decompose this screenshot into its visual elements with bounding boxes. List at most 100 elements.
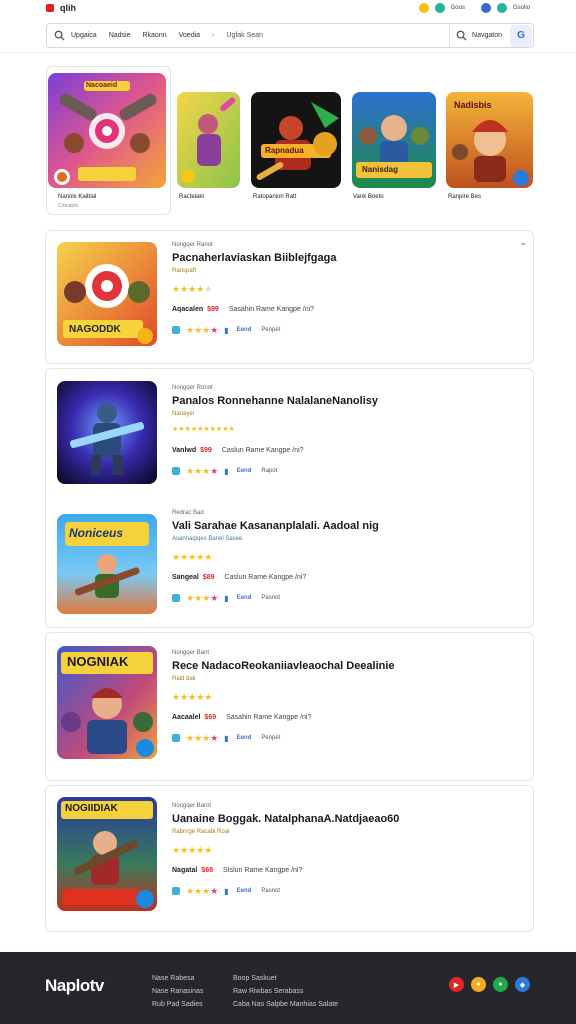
star-icon: ★★★ (186, 465, 211, 476)
search-icon[interactable] (450, 24, 472, 47)
game-category: Nongqer Ronot (172, 385, 213, 391)
star-icon: ★ (210, 592, 219, 603)
game-title[interactable]: Panalos Ronnehanne NalalaneNanolisy (172, 395, 566, 409)
social-links: ▶ ● ● ◆ (449, 977, 530, 992)
globe-icon[interactable] (434, 3, 445, 13)
chat-icon[interactable]: ● (493, 977, 508, 992)
meta-link[interactable]: Eend (237, 888, 252, 894)
footer-link[interactable]: Nase Ranasinas (152, 985, 203, 998)
top-link-goos[interactable]: Goos (451, 5, 465, 11)
game-subtitle: Ranspaft (172, 268, 197, 274)
share-icon[interactable]: ◆ (515, 977, 530, 992)
footer-link[interactable]: Raw Riwbas Serabass (233, 985, 338, 998)
settings-icon[interactable] (496, 3, 507, 13)
price-row: Vanlwd $99 Caslun Rame Kangpe /ni? (172, 444, 566, 456)
game-info: Nongqer Ranot Pacnaherlaviaskan Biiblejf… (172, 242, 566, 336)
game-category: Nongqer Bant (172, 650, 210, 656)
game-title[interactable]: Vali Sarahae Kasananplalali. Aadoal nig (172, 520, 566, 534)
youtube-icon[interactable]: ▶ (449, 977, 464, 992)
featured-label[interactable]: Ratopanion Ratt (253, 194, 296, 200)
divider (0, 52, 576, 53)
platform-icon (172, 594, 180, 602)
price-row: Aacaalel $69 Sasahin Rame Kangpe /ni? (172, 711, 566, 723)
featured-thumb[interactable] (177, 92, 240, 188)
game-art-title: Noniceus (69, 526, 124, 540)
featured-label[interactable]: Ractelakt (179, 194, 204, 200)
google-icon[interactable]: G (510, 24, 532, 47)
book-icon: ▮ (224, 593, 229, 603)
meta-link[interactable]: Eend (237, 595, 252, 601)
filter-chip[interactable]: Rkaonn (142, 32, 166, 39)
game-category: Nongqer Barot (172, 803, 212, 809)
meta-end[interactable]: Penpet (261, 735, 280, 741)
game-info: Nongqer Barot Uanaine Boggak. Natalphana… (172, 803, 566, 897)
game-thumb[interactable]: NOGIIDIAK (57, 797, 157, 911)
game-thumb[interactable]: NAGODDK (57, 242, 157, 346)
platform-icon (172, 887, 180, 895)
search-bar: Upgaica Nadsie Rkaonn Voedia › Ugfak Sea… (46, 23, 534, 48)
nav-label[interactable]: Navgaton (472, 32, 510, 39)
price-label: Aqacalen (172, 305, 204, 313)
featured-label[interactable]: Vank Boeto (353, 194, 384, 200)
footer-link[interactable]: Rub Pad Sadies (152, 998, 203, 1011)
featured-thumb[interactable]: Nadisbis (446, 92, 533, 188)
game-title[interactable]: Uanaine Boggak. NatalphanaA.Natdjaeao60 (172, 813, 566, 827)
brand-name[interactable]: qlih (60, 3, 76, 13)
price-label: Vanlwd (172, 446, 197, 454)
search-icon[interactable] (47, 24, 71, 47)
price-label: Nagatal (172, 866, 198, 874)
price-value: $89 (202, 573, 215, 581)
game-art-title: NAGODDK (69, 324, 121, 335)
meta-link[interactable]: Eend (237, 468, 252, 474)
star-icon: ★★★ (186, 324, 211, 335)
meta-row: ★★★ ★ ▮ Eend Penpet (172, 732, 566, 744)
meta-end[interactable]: Penpet (261, 327, 280, 333)
meta-end[interactable]: Pasnot (261, 595, 280, 601)
filter-chip[interactable]: Nadsie (109, 32, 131, 39)
footer-logo[interactable]: Naplotv (45, 976, 104, 996)
top-bar: qlih Goos Gsolio (0, 0, 576, 16)
featured-label[interactable]: Ranpire Bes (448, 194, 481, 200)
star-icon: ★ (210, 732, 219, 743)
filter-chip[interactable]: Upgaica (71, 32, 97, 39)
game-category: Redrac Bad (172, 510, 204, 516)
game-thumb[interactable]: NOGNIAK (57, 646, 157, 759)
game-subtitle: Rabnrge Racabi Roal (172, 829, 230, 835)
game-category: Nongqer Ranot (172, 242, 213, 248)
game-thumb[interactable]: Noniceus (57, 514, 157, 614)
book-icon: ▮ (224, 733, 229, 743)
book-icon: ▮ (224, 466, 229, 476)
rating-stars: ★★★★★★★★★★ (172, 426, 235, 433)
filter-chip[interactable]: Voedia (179, 32, 200, 39)
top-link-gsolio[interactable]: Gsolio (513, 5, 530, 11)
rating-stars: ★★★★★ (172, 692, 213, 702)
featured-label[interactable]: Nanolx Kaiblal (58, 194, 96, 200)
meta-end[interactable]: Pasnot (261, 888, 280, 894)
featured-art-title: Nanisdag (362, 165, 399, 174)
price-label: Aacaalel (172, 713, 201, 721)
meta-link[interactable]: Eend (237, 327, 252, 333)
game-subtitle: Nanayel (172, 411, 195, 417)
footer-link[interactable]: Caba Nas Salpbe Manhias Salate (233, 998, 338, 1011)
coin-icon[interactable] (418, 3, 429, 13)
star-icon: ★★★ (186, 732, 211, 743)
meta-end[interactable]: Rapot (261, 468, 277, 474)
meta-row: ★★★ ★ ▮ Eend Pasnot (172, 885, 566, 897)
price-note: Sasahin Rame Kangpe /ni? (226, 713, 312, 721)
price-value: $99 (207, 305, 219, 313)
game-title[interactable]: Pacnaherlaviaskan Biiblejfgaga (172, 252, 566, 266)
chrome-icon[interactable]: ● (471, 977, 486, 992)
price-row: Aqacalen $99 Sasahin Rame Kangpe /ni? (172, 303, 566, 315)
user-icon[interactable] (480, 3, 491, 13)
price-note: Caslun Rame Kangpe /ni? (221, 446, 304, 454)
featured-thumb[interactable]: Nacoaeid (48, 73, 166, 188)
search-input[interactable]: Ugfak Sean (226, 32, 263, 39)
footer-link[interactable]: Boop Saskuet (233, 972, 338, 985)
game-thumb[interactable] (57, 381, 157, 484)
featured-thumb[interactable]: Rapnadua (251, 92, 341, 188)
meta-link[interactable]: Eend (237, 735, 252, 741)
brand-logo-icon[interactable] (46, 4, 54, 12)
featured-thumb[interactable]: Nanisdag (352, 92, 436, 188)
footer-link[interactable]: Nase Rabesa (152, 972, 203, 985)
game-title[interactable]: Rece NadacoReokaniiavleaochal Deealinie (172, 660, 566, 674)
